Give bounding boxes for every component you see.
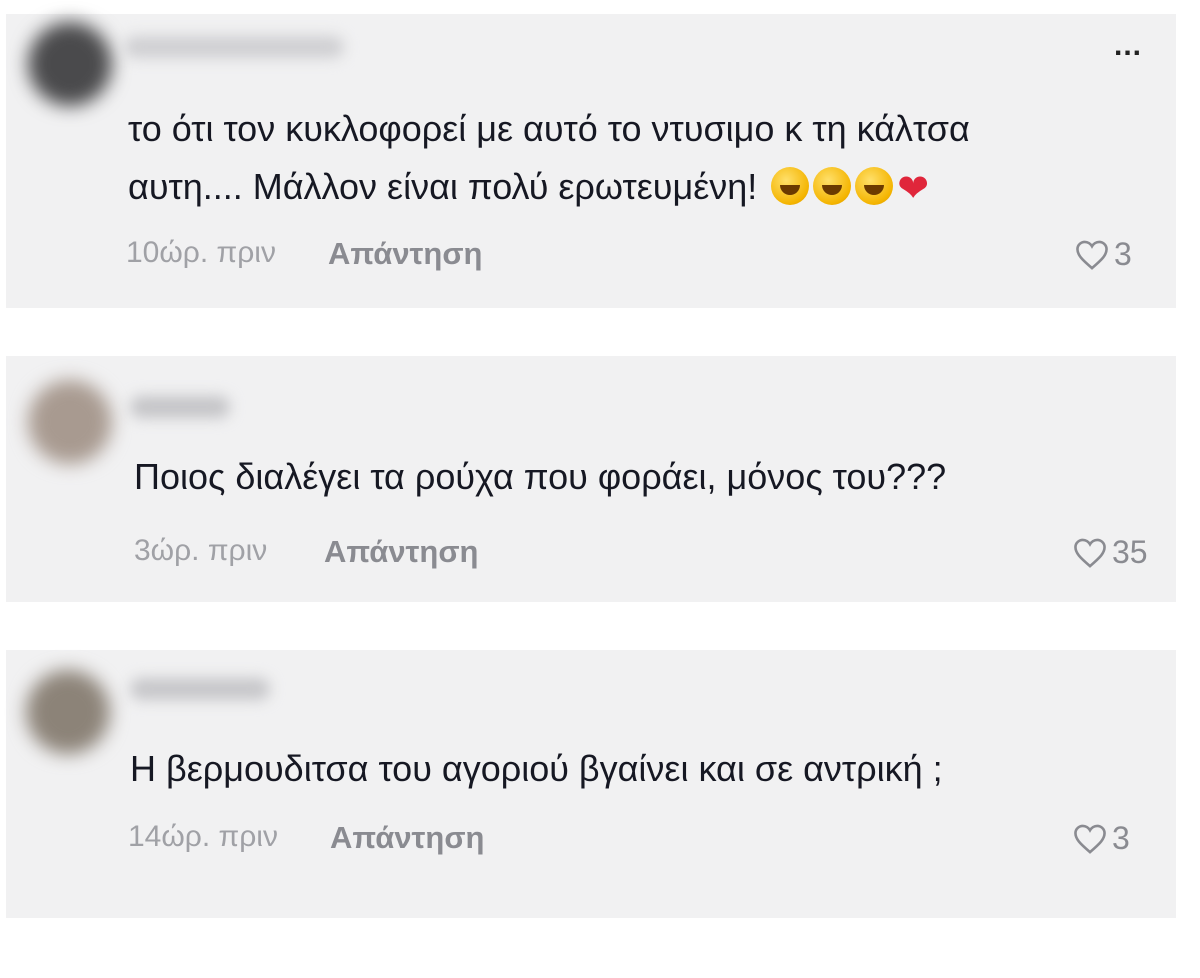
like-button[interactable]: 3 (1072, 820, 1130, 857)
timestamp: 14ώρ. πριν (128, 820, 278, 853)
reply-button[interactable]: Απάντηση (330, 820, 484, 856)
more-options-icon[interactable]: ... (1114, 31, 1142, 61)
comment-text: Η βερμουδιτσα του αγοριού βγαίνει και σε… (130, 748, 943, 789)
timestamp: 10ώρ. πριν (126, 236, 276, 269)
heart-emoji-icon: ❤ (897, 168, 930, 210)
laughing-emoji-icon (771, 167, 810, 205)
username-blurred[interactable] (130, 678, 270, 700)
avatar[interactable] (28, 380, 112, 464)
reply-button[interactable]: Απάντηση (328, 236, 482, 272)
avatar[interactable] (28, 22, 112, 106)
like-count: 3 (1112, 820, 1130, 856)
heart-outline-icon (1076, 240, 1108, 270)
comment-text: το ότι τον κυκλοφορεί με αυτό το ντυσιμο… (128, 100, 970, 218)
comment-card: ... το ότι τον κυκλοφορεί με αυτό το ντυ… (6, 14, 1176, 308)
comment-card: Η βερμουδιτσα του αγοριού βγαίνει και σε… (6, 650, 1176, 918)
heart-outline-icon (1074, 824, 1106, 854)
username-blurred[interactable] (130, 396, 230, 418)
username-blurred[interactable] (124, 36, 344, 58)
laughing-emoji-icon (855, 167, 894, 205)
like-count: 3 (1114, 236, 1132, 272)
timestamp: 3ώρ. πριν (134, 534, 268, 567)
comment-text: Ποιος διαλέγει τα ρούχα που φοράει, μόνο… (134, 456, 947, 497)
like-button[interactable]: 3 (1074, 236, 1132, 273)
heart-outline-icon (1074, 538, 1106, 568)
like-count: 35 (1112, 534, 1148, 570)
reply-button[interactable]: Απάντηση (324, 534, 478, 570)
avatar[interactable] (26, 670, 110, 754)
like-button[interactable]: 35 (1072, 534, 1148, 571)
comment-card: Ποιος διαλέγει τα ρούχα που φοράει, μόνο… (6, 356, 1176, 602)
laughing-emoji-icon (813, 167, 852, 205)
